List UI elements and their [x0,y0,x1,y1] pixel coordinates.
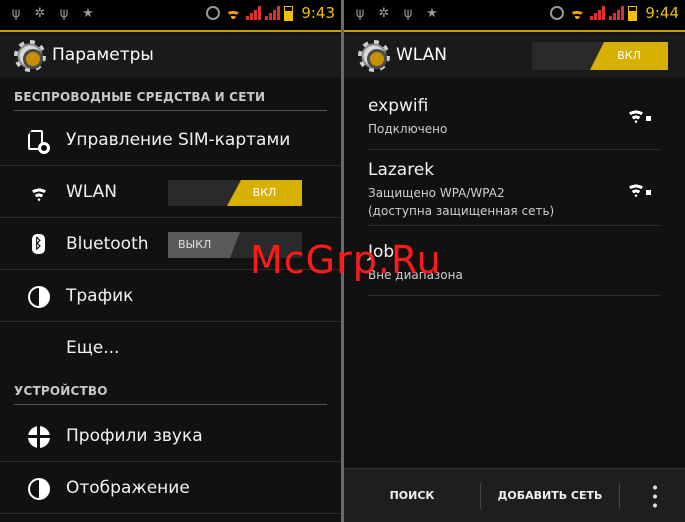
status-bar: ψ ✲ ψ ★ 9:43 [0,0,341,32]
bluetooth-toggle-off: ВЫКЛ [168,232,240,258]
usb-icon: ψ [355,6,365,21]
bottom-bar-divider [619,483,620,509]
data-usage-icon [28,286,50,308]
menu-item-sim-label: Управление SIM-картами [66,130,291,150]
menu-item-sound-label: Профили звука [66,426,203,446]
wifi-status-icon [568,6,586,20]
alarm-icon [206,6,221,20]
star-icon: ★ [426,6,438,21]
section-device: УСТРОЙСТВО [14,384,327,405]
wifi-icon [28,184,50,206]
battery-icon [284,5,294,21]
menu-item-bluetooth-label: Bluetooth [66,234,149,254]
menu-item-wlan[interactable]: WLAN ВКЛ [0,168,341,218]
signal-icon [246,6,262,20]
signal-icon [590,6,606,20]
menu-item-display[interactable]: Отображение [0,464,341,514]
android-icon: ✲ [378,6,390,21]
menu-item-traffic-label: Трафик [66,286,134,306]
menu-item-display-label: Отображение [66,478,190,498]
sound-profile-icon [28,426,50,448]
status-bar-right: ψ ✲ ψ ★ 9:44 [344,0,685,32]
overflow-menu-icon[interactable] [653,483,657,509]
page-title: Параметры [52,45,154,65]
alarm-icon [550,6,565,20]
wlan-master-toggle-on: ВКЛ [590,42,668,70]
menu-item-sim[interactable]: Управление SIM-картами [0,116,341,166]
action-bar-right: WLAN ВКЛ [344,34,685,78]
sim-settings-icon [38,142,50,154]
settings-gear-icon[interactable] [14,40,46,72]
bottom-action-bar: ПОИСК ДОБАВИТЬ СЕТЬ [344,468,685,522]
signal-2-icon [265,6,281,20]
wlan-toggle[interactable]: ВКЛ [168,180,302,206]
star-icon: ★ [82,6,94,21]
usb-debug-icon: ψ [59,6,69,21]
search-button[interactable]: ПОИСК [344,469,480,522]
usb-debug-icon: ψ [403,6,413,21]
network-ssid: expwifi [368,96,429,116]
add-network-button[interactable]: ДОБАВИТЬ СЕТЬ [481,469,619,522]
section-wireless: БЕСПРОВОДНЫЕ СРЕДСТВА И СЕТИ [14,90,327,111]
network-ssid: Lazarek [368,160,435,180]
network-status: Подключено [368,122,448,136]
wlan-master-toggle[interactable]: ВКЛ [532,42,668,70]
display-icon [28,478,50,500]
network-item[interactable]: expwifi Подключено [368,96,661,150]
menu-item-more[interactable]: Еще... [0,324,341,374]
wlan-toggle-on: ВКЛ [227,180,302,206]
network-status-detail: (доступна защищенная сеть) [368,204,555,218]
network-item[interactable]: Lazarek Защищено WPA/WPA2 (доступна защи… [368,160,661,226]
usb-icon: ψ [11,6,21,21]
watermark: McGrp.Ru [250,238,442,282]
menu-item-wlan-label: WLAN [66,182,118,202]
bluetooth-icon [32,234,45,254]
android-icon: ✲ [34,6,46,21]
action-bar: Параметры [0,34,341,78]
status-time: 9:43 [301,4,335,22]
battery-icon [628,5,638,21]
wifi-status-icon [224,6,242,20]
menu-item-sound[interactable]: Профили звука [0,412,341,462]
network-status: Защищено WPA/WPA2 [368,186,505,200]
signal-2-icon [609,6,625,20]
menu-item-more-label: Еще... [66,338,120,358]
status-time: 9:44 [645,4,679,22]
page-title-wlan: WLAN [396,45,448,65]
settings-gear-icon[interactable] [358,40,390,72]
